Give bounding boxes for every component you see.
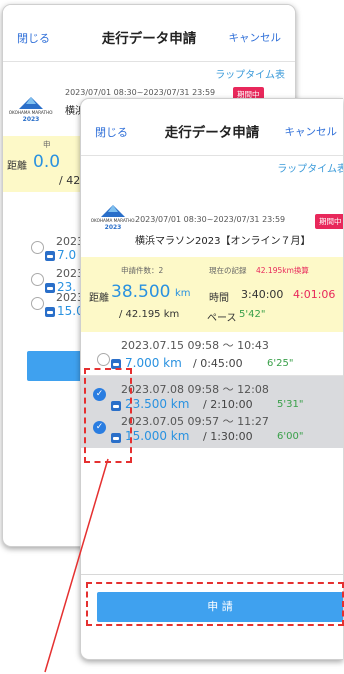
arrow-icon (44, 458, 109, 673)
